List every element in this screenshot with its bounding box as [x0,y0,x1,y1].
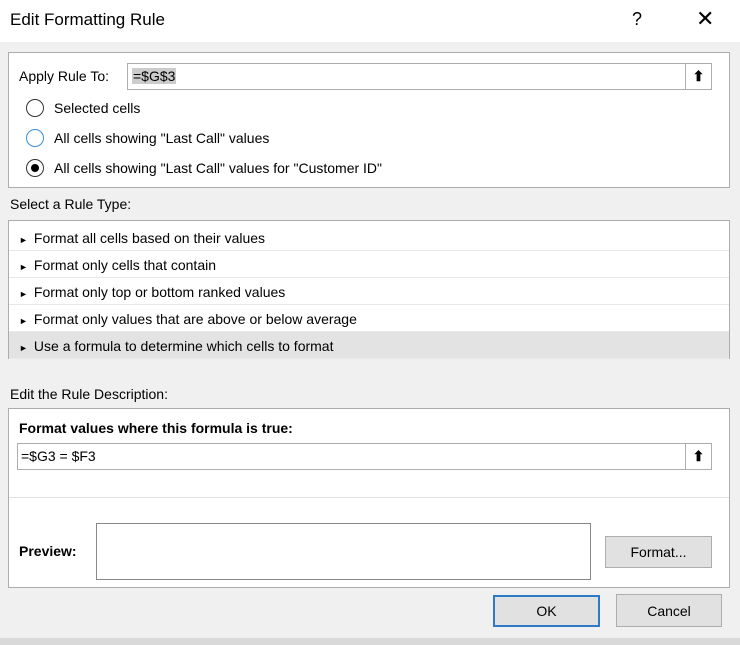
radio-option[interactable]: Selected cells [26,99,526,119]
help-button[interactable]: ? [632,9,642,30]
radio-label: All cells showing "Last Call" values for… [54,160,382,176]
rule-type-list[interactable]: ► Format all cells based on their values ►… [8,220,730,359]
upload-arrow-icon: ⬆ [692,448,705,464]
close-button[interactable]: ✕ [696,6,714,32]
radio-button[interactable] [26,159,44,177]
bullet-arrow-icon: ► [19,289,28,299]
radio-label: Selected cells [54,100,141,116]
radio-button[interactable] [26,99,44,117]
apply-rule-label: Apply Rule To: [19,68,110,84]
rule-type-item-label: Use a formula to determine which cells t… [33,338,334,354]
rule-type-item[interactable]: ► Format all cells based on their values [9,224,729,251]
upload-arrow-icon: ⬆ [692,68,705,84]
format-button[interactable]: Format... [605,536,712,568]
rule-type-item-label: Format only top or bottom ranked values [33,284,286,300]
rule-description-label: Edit the Rule Description: [10,386,168,402]
dialog-title: Edit Formatting Rule [10,10,165,29]
formula-label: Format values where this formula is true… [19,420,293,436]
apply-rule-value: =$G$3 [132,68,177,84]
bullet-arrow-icon: ► [19,235,28,245]
rule-type-item-label: Format all cells based on their values [33,230,266,246]
collapse-dialog-button[interactable]: ⬆ [685,444,711,469]
apply-rule-input[interactable]: =$G$3 ⬆ [127,63,712,90]
rule-type-item[interactable]: ► Format only top or bottom ranked values [9,278,729,305]
rule-type-item[interactable]: ► Use a formula to determine which cells … [9,332,729,359]
radio-option[interactable]: All cells showing "Last Call" values for… [26,159,526,179]
cancel-button[interactable]: Cancel [616,594,722,627]
spreadsheet-background [0,638,740,645]
bullet-arrow-icon: ► [19,316,28,326]
rule-type-item-label: Format only cells that contain [33,257,217,273]
rule-type-item[interactable]: ► Format only cells that contain [9,251,729,278]
formula-input[interactable]: =$G3 = $F3 ⬆ [17,443,712,470]
ok-button[interactable]: OK [493,595,600,627]
formula-value: =$G3 = $F3 [21,448,96,464]
preview-label: Preview: [19,543,77,559]
divider [9,497,729,498]
collapse-dialog-button[interactable]: ⬆ [685,64,711,89]
radio-option[interactable]: All cells showing "Last Call" values [26,129,526,149]
rule-type-label: Select a Rule Type: [10,196,132,212]
rule-type-item-label: Format only values that are above or bel… [33,311,357,327]
rule-type-item[interactable]: ► Format only values that are above or be… [9,305,729,332]
preview-box [96,523,591,580]
bullet-arrow-icon: ► [19,343,28,353]
radio-button[interactable] [26,129,44,147]
radio-label: All cells showing "Last Call" values [54,130,270,146]
bullet-arrow-icon: ► [19,262,28,272]
